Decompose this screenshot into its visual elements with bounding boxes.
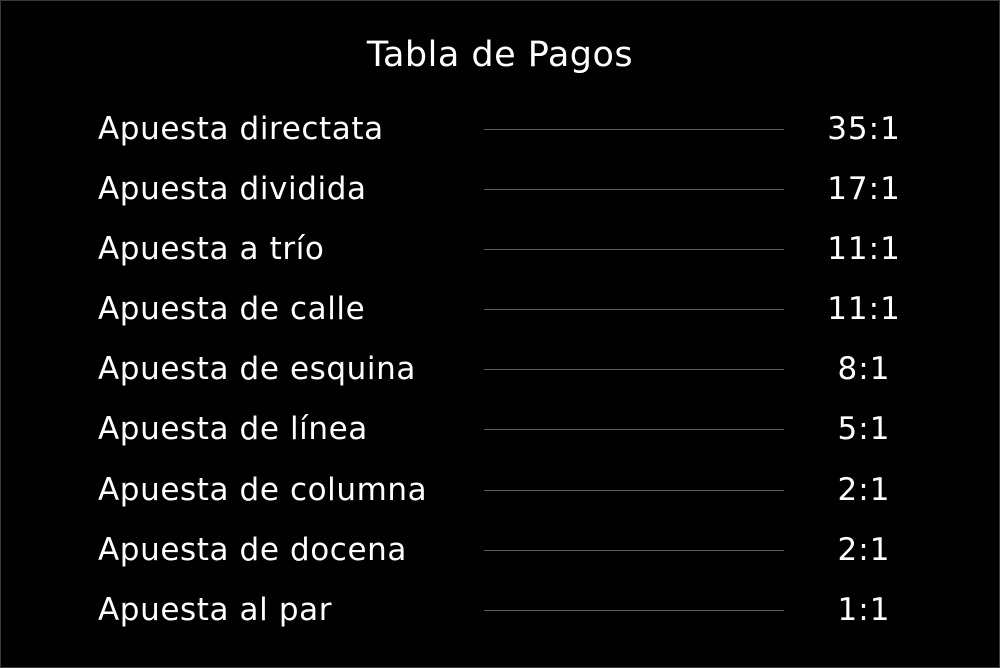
leader-line: [484, 429, 784, 431]
payout-ratio: 35:1: [827, 111, 901, 147]
table-row: Apuesta de línea 5:1: [1, 399, 999, 459]
bet-name: Apuesta de docena: [98, 531, 407, 568]
leader-line: [484, 189, 784, 191]
bet-name: Apuesta de línea: [98, 411, 368, 448]
table-row: Apuesta al par 1:1: [1, 580, 999, 640]
bet-name: Apuesta dividida: [98, 171, 367, 208]
payout-ratio: 17:1: [827, 171, 901, 208]
payout-ratio: 2:1: [837, 531, 891, 568]
payout-table: Apuesta directata 35:1 Apuesta dividida …: [1, 99, 999, 640]
leader-line: [484, 549, 784, 551]
payout-ratio: 1:1: [837, 591, 891, 628]
payout-table-panel: Tabla de Pagos Apuesta directata 35:1 Ap…: [0, 0, 1000, 668]
table-row: Apuesta de docena 2:1: [1, 520, 999, 580]
table-row: Apuesta de esquina 8:1: [1, 339, 999, 399]
table-row: Apuesta dividida 17:1: [1, 159, 999, 219]
bet-name: Apuesta a trío: [98, 231, 325, 268]
leader-line: [484, 129, 784, 130]
payout-ratio: 5:1: [837, 411, 891, 448]
bet-name: Apuesta directata: [98, 111, 384, 147]
leader-line: [484, 249, 784, 251]
payout-ratio: 2:1: [837, 471, 891, 508]
table-row: Apuesta de columna 2:1: [1, 460, 999, 520]
bet-name: Apuesta de columna: [98, 471, 428, 508]
page-title: Tabla de Pagos: [366, 35, 634, 75]
payout-ratio: 11:1: [827, 291, 901, 328]
leader-line: [484, 489, 784, 491]
bet-name: Apuesta al par: [98, 591, 333, 628]
table-row: Apuesta directata 35:1: [1, 99, 999, 159]
leader-line: [484, 609, 784, 611]
bet-name: Apuesta de calle: [98, 291, 366, 328]
leader-line: [484, 309, 784, 311]
leader-line: [484, 369, 784, 371]
bet-name: Apuesta de esquina: [98, 351, 416, 388]
table-row: Apuesta a trío 11:1: [1, 219, 999, 279]
payout-ratio: 11:1: [827, 231, 901, 268]
payout-ratio: 8:1: [837, 351, 891, 388]
table-row: Apuesta de calle 11:1: [1, 279, 999, 339]
